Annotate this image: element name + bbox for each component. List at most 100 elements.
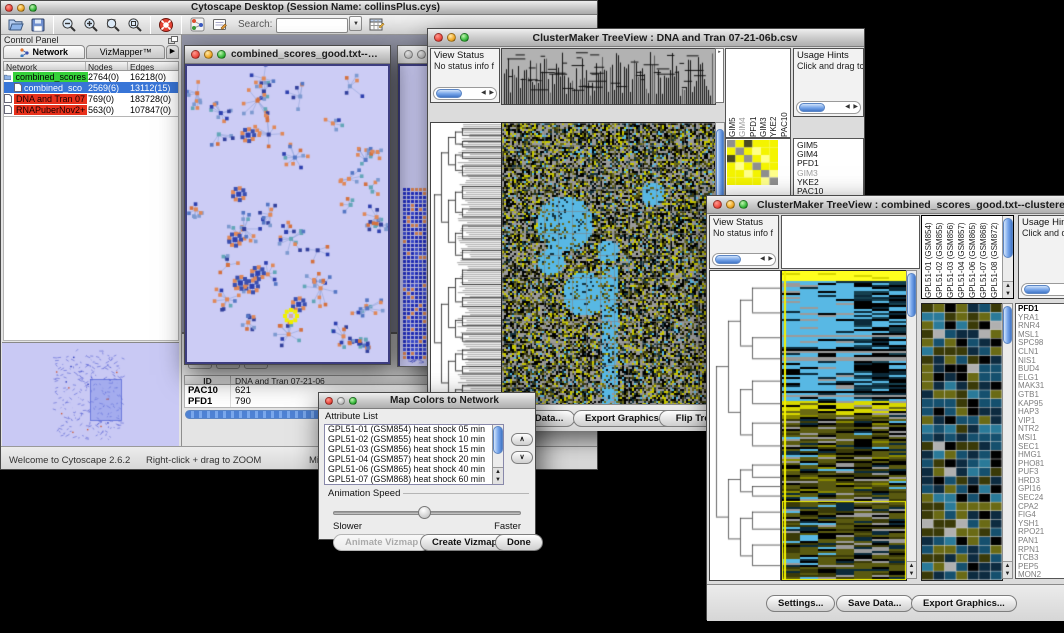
- zoom-fit-button[interactable]: [124, 15, 146, 35]
- tv2-gene-dendrogram[interactable]: [709, 270, 781, 581]
- zoom-button[interactable]: [739, 200, 748, 209]
- tv1-column-strip[interactable]: ▸: [715, 48, 724, 103]
- close-button[interactable]: [5, 4, 13, 12]
- column-label[interactable]: GPL51-04 (GSM857): [957, 216, 968, 298]
- attribute-list-vscrollbar[interactable]: ▲▼: [492, 425, 503, 484]
- minimize-button[interactable]: [726, 200, 735, 209]
- tv2-zoom-vscrollbar[interactable]: ▲▼: [1002, 303, 1013, 579]
- column-label[interactable]: GIM3: [759, 51, 769, 137]
- zoom-selected-icon: [105, 17, 121, 33]
- column-label[interactable]: GPL51-08 (GSM872): [990, 216, 1001, 298]
- birdseye-overview-canvas[interactable]: [2, 342, 179, 448]
- done-button[interactable]: Done: [495, 534, 543, 551]
- usage-hints-text: Click and drag tc: [794, 61, 863, 71]
- usage-hints-scrollbar[interactable]: ◀ ▶: [1021, 283, 1064, 296]
- column-label[interactable]: GIM5: [728, 51, 738, 137]
- export-graphics-button[interactable]: Export Graphics...: [911, 595, 1017, 612]
- col-id[interactable]: ID: [185, 376, 231, 384]
- save-session-button[interactable]: [27, 15, 49, 35]
- treeview2-title-bar[interactable]: ClusterMaker TreeView : combined_scores_…: [707, 196, 1064, 214]
- annotation-button[interactable]: [208, 15, 230, 35]
- tv1-row-dendrogram[interactable]: [430, 122, 502, 424]
- attribute-batch-button[interactable]: [366, 15, 388, 35]
- zoom-selected-button[interactable]: [102, 15, 124, 35]
- close-button[interactable]: [713, 200, 722, 209]
- scroll-arrows-icon[interactable]: ▲▼: [1003, 561, 1012, 578]
- close-button[interactable]: [404, 50, 413, 59]
- tab-overflow-arrow[interactable]: ▶: [166, 45, 179, 59]
- tv2-heatmap-vscrollbar[interactable]: ▲▼: [906, 270, 917, 579]
- scroll-arrows-icon[interactable]: ◀ ▶: [481, 88, 495, 99]
- column-label[interactable]: YKE2: [769, 51, 779, 137]
- tv2-column-labels-vscrollbar[interactable]: ▲▼: [1002, 216, 1013, 298]
- search-input[interactable]: [276, 18, 348, 33]
- zoom-in-button[interactable]: [80, 15, 102, 35]
- tv1-heatmap-canvas[interactable]: [501, 122, 716, 424]
- scroll-arrows-icon[interactable]: ▲▼: [907, 561, 916, 578]
- dialog-title-bar[interactable]: Map Colors to Network: [319, 393, 535, 409]
- zoom-button[interactable]: [460, 33, 469, 42]
- col-network[interactable]: Network: [4, 62, 86, 70]
- minimize-button[interactable]: [447, 33, 456, 42]
- gene-label[interactable]: MON2: [1016, 571, 1064, 579]
- column-label[interactable]: GPL51-03 (GSM856): [946, 216, 957, 298]
- usage-hints-scrollbar[interactable]: ◀ ▶: [796, 101, 861, 114]
- tv1-zoom-matrix-canvas[interactable]: [727, 140, 778, 185]
- column-label[interactable]: GPL51-02 (GSM855): [935, 216, 946, 298]
- tv2-zoom-heatmap-canvas[interactable]: [921, 303, 1003, 581]
- column-label[interactable]: GIM4: [738, 51, 748, 137]
- network-row-combined-sco-selected[interactable]: combined_sco 2569(6) 13112(15): [4, 82, 178, 93]
- zoom-button[interactable]: [217, 50, 226, 59]
- tab-vizmapper[interactable]: VizMapper™: [86, 45, 165, 59]
- open-session-button[interactable]: [5, 15, 27, 35]
- vizmap-button[interactable]: [186, 15, 208, 35]
- help-button[interactable]: [155, 15, 177, 35]
- float-panel-icon[interactable]: [168, 36, 178, 44]
- zoom-button[interactable]: [349, 397, 357, 405]
- move-down-button[interactable]: ∨: [511, 451, 533, 464]
- scroll-arrows-icon[interactable]: ▲▼: [1003, 281, 1013, 298]
- view-status-scrollbar[interactable]: ◀ ▶: [712, 253, 776, 266]
- scroll-arrows-icon[interactable]: ▲▼: [493, 467, 503, 484]
- animation-speed-slider-thumb[interactable]: [418, 506, 431, 519]
- view-status-scrollbar[interactable]: ◀ ▶: [433, 87, 497, 100]
- network-canvas[interactable]: [187, 66, 388, 362]
- network-row-combined-scores[interactable]: combined_scores 2764(0) 16218(0): [4, 71, 178, 82]
- network-row-dna-and-tran[interactable]: DNA and Tran 07 769(0) 183728(0): [4, 93, 178, 104]
- column-label[interactable]: PFD1: [749, 51, 759, 137]
- col-edges[interactable]: Edges: [128, 62, 178, 70]
- zoom-out-button[interactable]: [58, 15, 80, 35]
- tv1-column-dendrogram[interactable]: [501, 48, 716, 105]
- attribute-list[interactable]: ▲▼ GPL51-01 (GSM854) heat shock 05 minGP…: [324, 424, 504, 485]
- col-nodes[interactable]: Nodes: [86, 62, 128, 70]
- document-icon: [4, 105, 12, 114]
- save-data-button[interactable]: Save Data...: [836, 595, 913, 612]
- attribute-list-item[interactable]: GPL51-07 (GSM868) heat shock 60 min: [325, 475, 503, 485]
- tv2-heatmap-canvas[interactable]: [781, 270, 907, 581]
- close-button[interactable]: [191, 50, 200, 59]
- search-dropdown-arrow-icon[interactable]: ▼: [349, 16, 362, 31]
- scroll-arrows-icon[interactable]: ◀ ▶: [760, 254, 774, 265]
- zoom-out-icon: [61, 17, 77, 33]
- main-title-bar[interactable]: Cytoscape Desktop (Session Name: collins…: [1, 1, 597, 15]
- search-combobox[interactable]: ▼: [276, 16, 348, 34]
- close-button[interactable]: [434, 33, 443, 42]
- minimize-button[interactable]: [337, 397, 345, 405]
- zoom-button[interactable]: [29, 4, 37, 12]
- animate-vizmap-button[interactable]: Animate Vizmap: [333, 534, 430, 551]
- settings-button[interactable]: Settings...: [766, 595, 835, 612]
- column-label[interactable]: GPL51-06 (GSM865): [968, 216, 979, 298]
- move-up-button[interactable]: ∧: [511, 433, 533, 446]
- column-label[interactable]: GPL51-01 (GSM854): [924, 216, 935, 298]
- column-label[interactable]: PAC10: [780, 51, 790, 137]
- minimize-button[interactable]: [417, 50, 426, 59]
- scroll-arrows-icon[interactable]: ◀ ▶: [845, 102, 859, 113]
- treeview1-title-bar[interactable]: ClusterMaker TreeView : DNA and Tran 07-…: [428, 29, 864, 47]
- minimize-button[interactable]: [204, 50, 213, 59]
- close-button[interactable]: [325, 397, 333, 405]
- network1-title-bar[interactable]: combined_scores_good.txt--cluste...: [185, 46, 390, 64]
- minimize-button[interactable]: [17, 4, 25, 12]
- column-label[interactable]: GPL51-07 (GSM868): [979, 216, 990, 298]
- tab-network[interactable]: Network: [3, 45, 85, 59]
- network-row-rnapubernov2[interactable]: RNAPuberNov2+ 563(0) 107847(0): [4, 104, 178, 115]
